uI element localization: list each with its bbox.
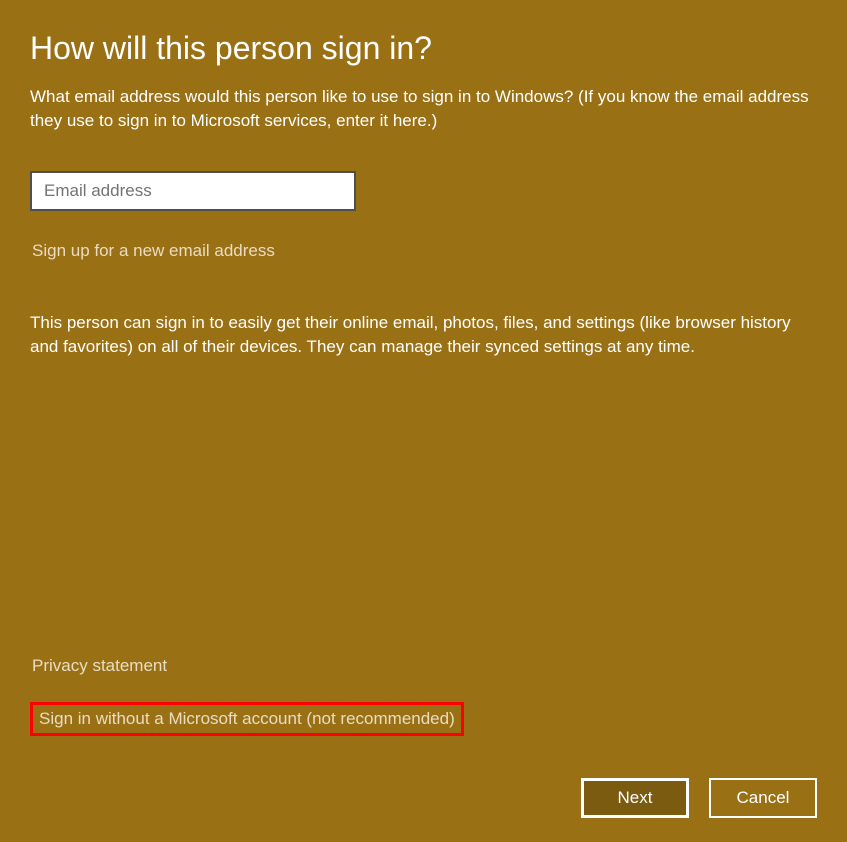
page-title: How will this person sign in? [30,30,817,67]
email-field[interactable] [30,171,356,211]
signup-email-link[interactable]: Sign up for a new email address [32,241,275,261]
sync-info-text: This person can sign in to easily get th… [30,311,817,360]
description-text: What email address would this person lik… [30,85,817,133]
next-button[interactable]: Next [581,778,689,818]
highlight-box: Sign in without a Microsoft account (not… [30,702,464,736]
privacy-statement-link[interactable]: Privacy statement [32,656,167,676]
sign-in-without-account-link[interactable]: Sign in without a Microsoft account (not… [39,709,455,728]
cancel-button[interactable]: Cancel [709,778,817,818]
